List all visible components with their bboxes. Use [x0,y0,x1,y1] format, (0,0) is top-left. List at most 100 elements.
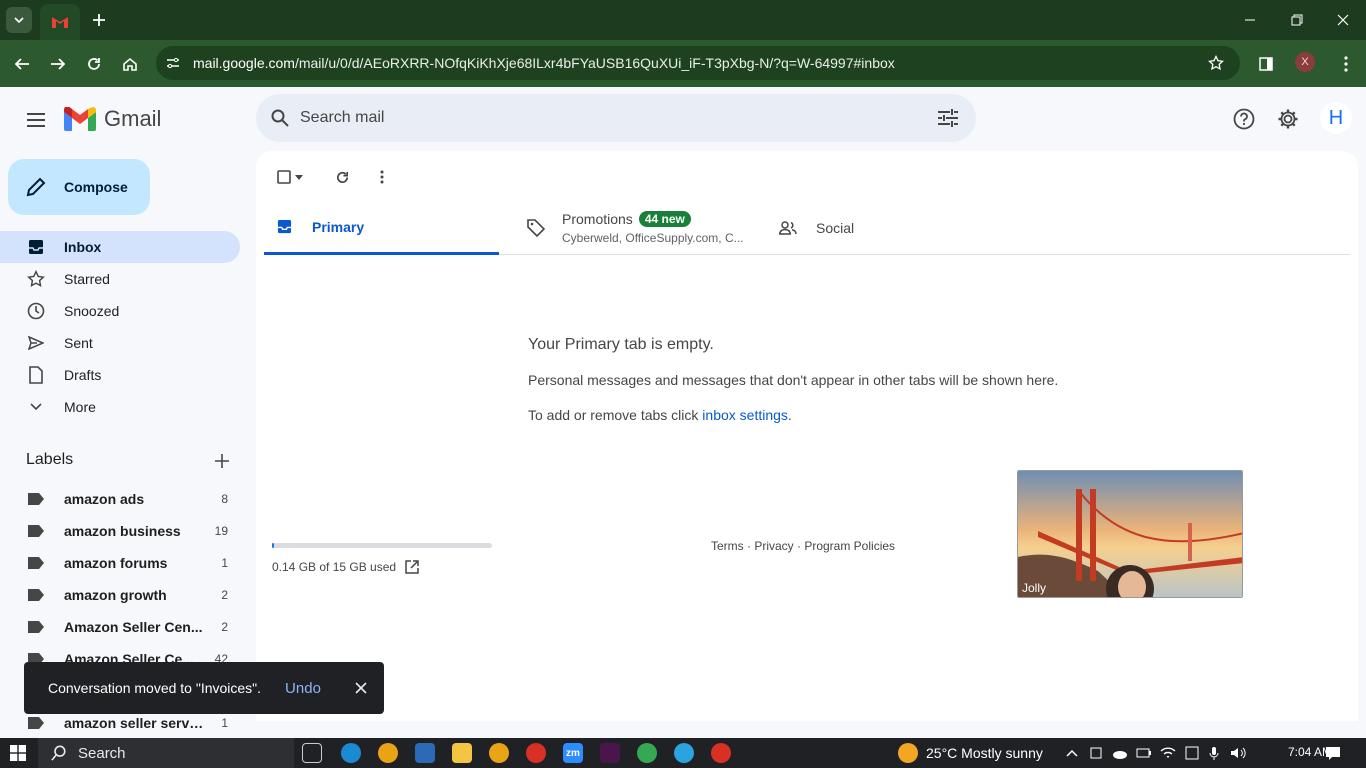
screen-capture-icon[interactable] [1184,745,1200,761]
gmail-tab[interactable] [40,4,80,40]
tab-social[interactable]: Social [778,201,978,255]
sidebar-item-more[interactable]: More [0,391,240,423]
search-options-button[interactable] [936,106,960,130]
caret-down-icon [295,174,303,180]
sidebar-item-inbox[interactable]: Inbox [0,231,240,263]
video-call-preview[interactable]: Jolly [1017,470,1243,598]
compose-label: Compose [64,179,128,195]
store-icon[interactable] [415,743,435,763]
browser-profile-avatar[interactable]: X [1295,52,1315,72]
tab-primary[interactable]: Primary [264,201,499,255]
edge-icon[interactable] [341,743,361,763]
weather-text: 25°C Mostly sunny [926,745,1043,761]
refresh-button[interactable] [330,165,354,189]
back-button[interactable] [10,52,34,76]
compose-button[interactable]: Compose [8,159,150,215]
telegram-icon[interactable] [674,743,694,763]
bookmark-star-button[interactable] [1206,53,1226,73]
sidebar-item-sent[interactable]: Sent [0,327,240,359]
select-dropdown-button[interactable] [292,165,306,189]
settings-button[interactable] [1275,106,1301,132]
volume-icon[interactable] [1230,745,1246,761]
draft-icon [26,365,46,385]
tab-promotions[interactable]: Promotions 44 new Cyberweld, OfficeSuppl… [526,201,756,255]
gmail-logo[interactable]: Gmail [64,106,161,132]
chrome-icon[interactable] [711,743,731,763]
search-bar[interactable] [256,94,976,142]
label-name: amazon forums [64,555,168,571]
main-menu-button[interactable] [20,104,52,136]
checkbox-icon [277,170,291,184]
account-avatar[interactable]: H [1320,102,1352,134]
chrome-icon[interactable] [378,743,398,763]
site-info-icon[interactable] [164,54,182,72]
gear-icon [1278,109,1298,129]
undo-button[interactable]: Undo [285,680,321,697]
create-label-button[interactable] [210,449,234,473]
wifi-icon[interactable] [1160,745,1176,761]
chevron-down-icon [14,17,24,24]
chrome-icon[interactable] [526,743,546,763]
promotions-senders: Cyberweld, OfficeSupply.com, C... [562,231,744,245]
meet-icon[interactable] [1088,745,1104,761]
reload-icon [336,171,348,183]
slack-icon[interactable] [600,743,620,763]
taskbar-search[interactable]: Search [38,738,294,768]
home-button[interactable] [118,52,142,76]
url-host: mail.google.com [193,55,295,71]
tab-search-button[interactable] [6,7,32,33]
cloud-icon[interactable] [1112,745,1128,761]
search-button[interactable] [268,106,292,130]
label-item[interactable]: Amazon Seller Cen... 2 [0,611,240,643]
search-input[interactable] [300,106,900,130]
reload-button[interactable] [82,52,106,76]
side-panel-button[interactable] [1254,52,1278,76]
storage-usage-text: 0.14 GB of 15 GB used [272,560,397,574]
notifications-icon[interactable] [1325,745,1341,761]
close-window-button[interactable] [1331,8,1355,32]
label-item[interactable]: amazon forums 1 [0,547,240,579]
restore-button[interactable] [1285,8,1309,32]
tab-label: Social [816,220,855,236]
star-icon [1208,55,1224,71]
windows-start-icon[interactable] [10,745,26,761]
file-explorer-icon[interactable] [452,743,472,763]
plus-icon [93,14,105,26]
forward-button[interactable] [46,52,70,76]
sidebar-item-label: Inbox [64,239,102,255]
storage-usage-bar [272,543,492,548]
url-text: mail.google.com/mail/u/0/d/AEoRXRR-NOfqK… [193,55,895,71]
clock-icon [26,301,46,321]
open-in-new-icon[interactable] [404,559,420,575]
label-item[interactable]: amazon ads 8 [0,483,240,515]
chrome-icon[interactable] [489,743,509,763]
label-item[interactable]: amazon business 19 [0,515,240,547]
people-icon [778,218,798,238]
browser-tab-bar [0,0,1366,40]
battery-icon[interactable] [1136,745,1152,761]
chrome-icon[interactable] [637,743,657,763]
more-actions-button[interactable] [370,165,394,189]
address-bar[interactable]: mail.google.com/mail/u/0/d/AEoRXRR-NOfqK… [156,46,1240,80]
sidebar-item-drafts[interactable]: Drafts [0,359,240,391]
category-tabs: Primary Promotions 44 new Cyberweld, Off… [264,201,1350,255]
weather-widget[interactable]: 25°C Mostly sunny [898,743,1043,763]
minimize-button[interactable] [1238,8,1262,32]
support-button[interactable] [1231,106,1257,132]
sidebar-item-starred[interactable]: Starred [0,263,240,295]
label-item[interactable]: amazon growth 2 [0,579,240,611]
new-tab-button[interactable] [88,9,110,31]
chevron-up-icon[interactable] [1064,745,1080,761]
close-snackbar-button[interactable] [353,680,369,696]
inbox-icon [26,237,46,257]
taskbar-search-label: Search [78,744,126,762]
promotions-text: Promotions 44 new Cyberweld, OfficeSuppl… [562,211,746,245]
zoom-icon[interactable]: zm [563,743,583,763]
microphone-icon[interactable] [1206,745,1222,761]
inbox-settings-link[interactable]: inbox settings [702,407,788,423]
sidebar-item-snoozed[interactable]: Snoozed [0,295,240,327]
sidebar-item-label: Drafts [64,367,102,383]
footer-links[interactable]: Terms · Privacy · Program Policies [711,539,895,553]
browser-menu-button[interactable] [1334,52,1358,76]
task-view-icon[interactable] [302,743,322,763]
